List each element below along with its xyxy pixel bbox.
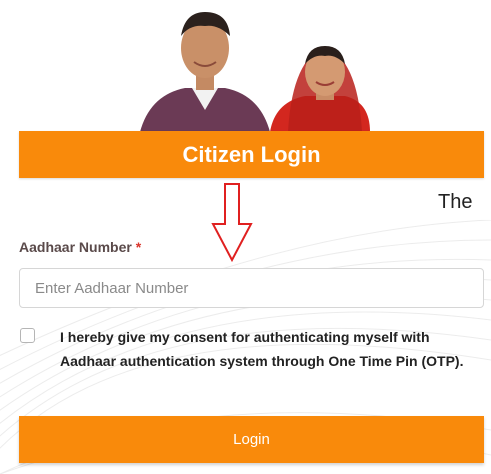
man-portrait: [140, 12, 270, 132]
consent-text: I hereby give my consent for authenticat…: [60, 329, 464, 369]
aadhaar-label-text: Aadhaar Number: [19, 239, 132, 255]
required-marker: *: [135, 239, 142, 255]
scrolling-ticker-text: The: [438, 191, 473, 213]
citizen-login-header: Citizen Login: [19, 131, 484, 178]
leader-portraits-image: [140, 12, 370, 132]
down-arrow-icon: [211, 183, 253, 262]
login-button[interactable]: Login: [19, 416, 484, 463]
aadhaar-number-input[interactable]: [19, 268, 484, 308]
woman-portrait: [270, 46, 370, 132]
ticker-fade: [472, 186, 491, 220]
consent-checkbox[interactable]: [20, 328, 35, 343]
login-button-label: Login: [233, 431, 270, 448]
header-title: Citizen Login: [182, 141, 321, 167]
aadhaar-number-label: Aadhaar Number *: [19, 239, 141, 255]
